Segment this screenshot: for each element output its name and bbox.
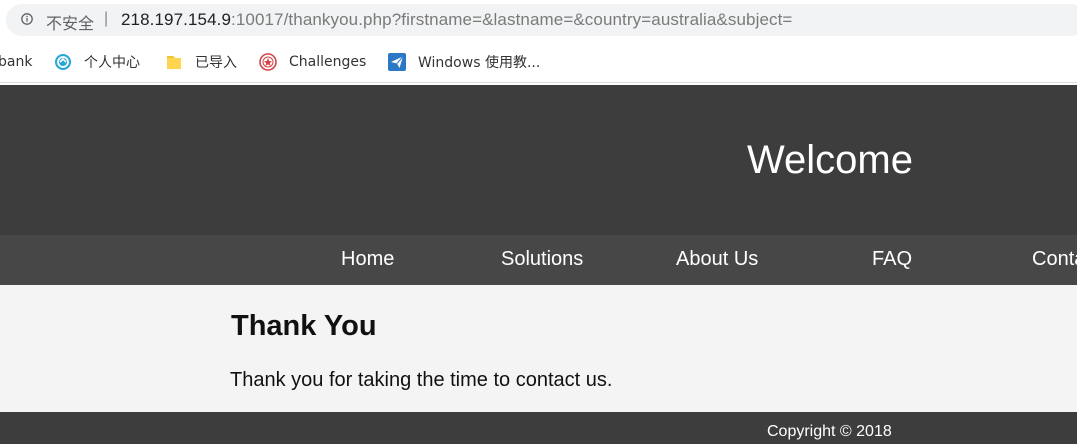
url-path: :10017/thankyou.php?firstname=&lastname=… xyxy=(231,10,793,29)
site-footer: Copyright © 2018 xyxy=(0,412,1077,444)
circle-logo-icon xyxy=(55,54,71,70)
url-divider: | xyxy=(104,10,109,27)
security-status-label[interactable]: 不安全 xyxy=(46,10,94,34)
url-text[interactable]: 218.197.154.9:10017/thankyou.php?firstna… xyxy=(121,10,792,30)
nav-home[interactable]: Home xyxy=(341,248,394,271)
thank-you-message: Thank you for taking the time to contact… xyxy=(230,369,613,391)
bookmark-personal-center[interactable]: 个人中心 xyxy=(54,51,140,73)
bookmark-label: bank xyxy=(0,54,33,70)
nav-contact[interactable]: Conta xyxy=(1032,248,1077,271)
bookmark-label: Windows 使用教... xyxy=(418,55,541,71)
challenge-logo-icon xyxy=(259,53,277,71)
nav-about-us[interactable]: About Us xyxy=(676,248,758,271)
bookmark-bank[interactable]: bank xyxy=(0,51,32,73)
site-title: Welcome xyxy=(747,138,913,182)
bookmark-label: Challenges xyxy=(289,54,367,70)
bookmark-label: 已导入 xyxy=(195,55,237,71)
page-heading: Thank You xyxy=(231,310,377,342)
send-icon xyxy=(388,53,406,71)
info-icon[interactable] xyxy=(21,13,33,25)
address-bar: 不安全 | 218.197.154.9:10017/thankyou.php?f… xyxy=(0,0,1077,42)
folder-icon xyxy=(167,56,181,69)
copyright-text: Copyright © 2018 xyxy=(767,423,892,440)
nav-solutions[interactable]: Solutions xyxy=(501,248,583,271)
url-host: 218.197.154.9 xyxy=(121,10,232,29)
bookmarks-bar: bank 个人中心 已导入 Challenges Windows 使用教... xyxy=(0,42,1077,83)
bookmark-label: 个人中心 xyxy=(84,55,140,71)
site-header: Welcome xyxy=(0,85,1077,235)
bookmark-windows-tutorial[interactable]: Windows 使用教... xyxy=(388,51,540,73)
main-content: Thank You Thank you for taking the time … xyxy=(0,285,1077,412)
site-nav: Home Solutions About Us FAQ Conta xyxy=(0,235,1077,285)
nav-faq[interactable]: FAQ xyxy=(872,248,912,271)
browser-viewport: 不安全 | 218.197.154.9:10017/thankyou.php?f… xyxy=(0,0,1077,444)
bookmark-imported-folder[interactable]: 已导入 xyxy=(165,51,237,73)
bookmark-challenges[interactable]: Challenges xyxy=(259,51,366,73)
